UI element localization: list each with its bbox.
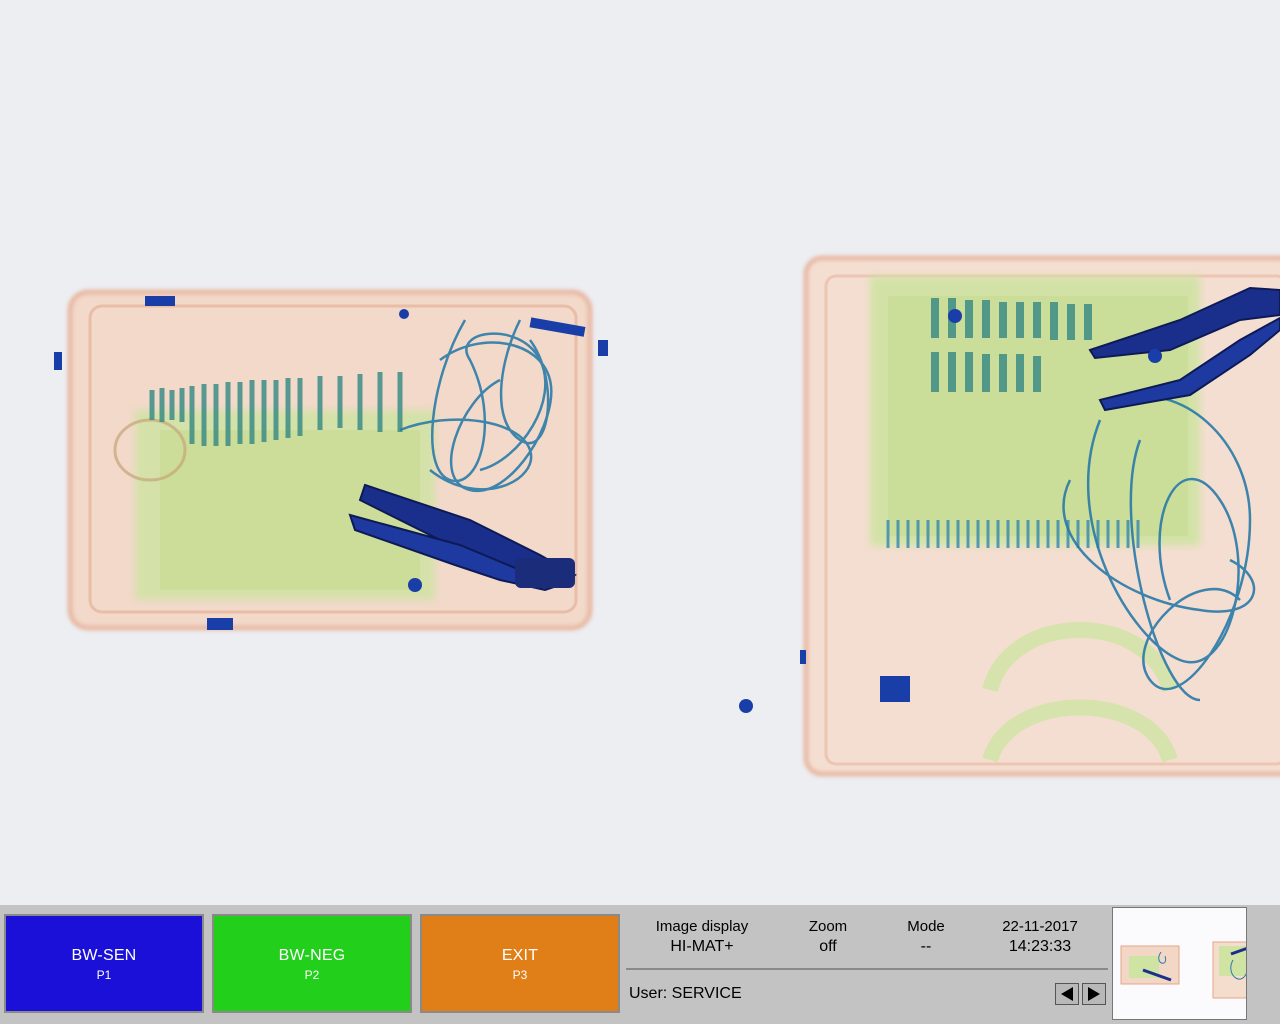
bw-neg-button[interactable]: BW-NEG P2 (212, 914, 412, 1013)
zoom-label: Zoom (808, 918, 848, 935)
mode-value: -- (920, 938, 932, 955)
bw-sen-hotkey: P1 (96, 968, 112, 982)
zoom-value: off (819, 938, 837, 955)
exit-hotkey: P3 (512, 968, 528, 982)
exit-button[interactable]: EXIT P3 (420, 914, 620, 1013)
zoom-status: Zoom off (788, 917, 868, 957)
xray-image-view[interactable] (0, 0, 1280, 905)
triangle-left-icon (1056, 984, 1078, 1004)
mode-status: Mode -- (886, 917, 966, 957)
image-display-status: Image display HI-MAT+ (642, 917, 762, 957)
thumbnail-graphic (1120, 941, 1246, 999)
image-thumbnail[interactable] (1112, 907, 1247, 1020)
bw-sen-label: BW-SEN (71, 947, 137, 964)
date-text: 22-11-2017 (1002, 918, 1078, 935)
next-image-button[interactable] (1082, 983, 1106, 1005)
triangle-right-icon (1083, 984, 1105, 1004)
bag-left (54, 290, 608, 630)
time-text: 14:23:33 (1008, 938, 1072, 955)
image-display-value: HI-MAT+ (670, 938, 734, 955)
exit-label: EXIT (501, 947, 539, 964)
datetime-status: 22-11-2017 14:23:33 (990, 917, 1090, 957)
control-bar: BW-SEN P1 BW-NEG P2 EXIT P3 Image displa… (0, 905, 1280, 1024)
bag-right (739, 256, 1280, 776)
status-divider (626, 968, 1108, 970)
bw-sen-button[interactable]: BW-SEN P1 (4, 914, 204, 1013)
mode-label: Mode (907, 918, 945, 935)
xray-scan-graphic (54, 256, 1280, 776)
bw-neg-label: BW-NEG (278, 947, 346, 964)
previous-image-button[interactable] (1055, 983, 1079, 1005)
bw-neg-hotkey: P2 (304, 968, 320, 982)
user-label: User: SERVICE (629, 985, 742, 1002)
image-display-label: Image display (655, 918, 749, 935)
